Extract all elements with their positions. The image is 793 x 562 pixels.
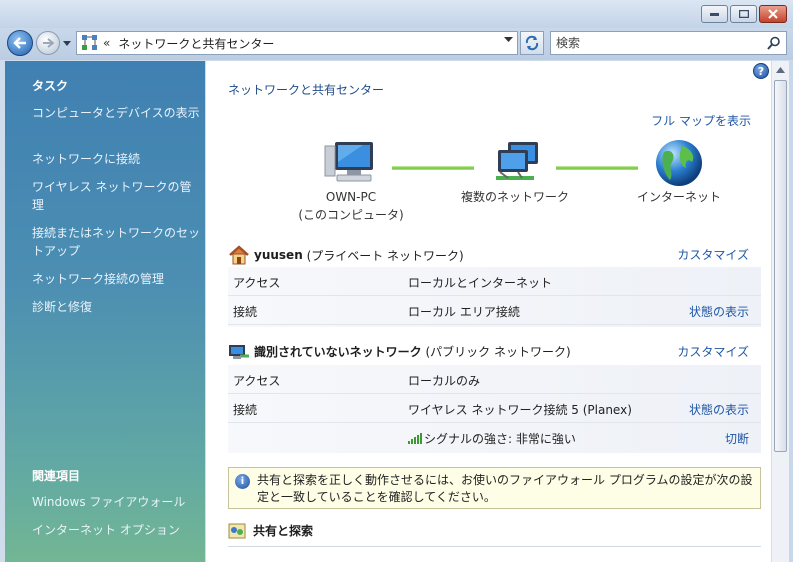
minimize-button[interactable] xyxy=(701,5,728,23)
address-dropdown-icon[interactable] xyxy=(504,35,513,44)
info-icon: i xyxy=(235,474,250,489)
search-input[interactable] xyxy=(556,36,756,50)
detail-row: 接続 ローカル エリア接続 状態の表示 xyxy=(228,296,761,325)
view-status-link[interactable]: 状態の表示 xyxy=(689,303,749,320)
related-windows-firewall[interactable]: Windows ファイアウォール xyxy=(32,493,200,511)
disconnect-link[interactable]: 切断 xyxy=(725,430,749,447)
task-manage-connections[interactable]: ネットワーク接続の管理 xyxy=(32,270,200,288)
sharing-title: 共有と探索 xyxy=(253,524,314,538)
window-frame-right xyxy=(789,61,793,562)
task-connect-network[interactable]: ネットワークに接続 xyxy=(32,150,200,168)
connection-line-pc-network xyxy=(392,166,474,170)
info-text: 共有と探索を正しく動作させるには、お使いのファイアウォール プログラムの設定が次… xyxy=(257,473,753,504)
sharing-header: 共有と探索 xyxy=(228,522,313,539)
refresh-icon xyxy=(525,35,539,51)
maximize-button[interactable] xyxy=(730,5,757,23)
window-controls xyxy=(701,5,787,23)
network-details-unidentified: アクセス ローカルのみ 接続 ワイヤレス ネットワーク接続 5 (Planex)… xyxy=(228,365,761,453)
vertical-scrollbar[interactable] xyxy=(771,61,789,562)
scroll-thumb[interactable] xyxy=(774,80,787,452)
internet-label: インターネット xyxy=(636,190,721,204)
task-view-computers-devices[interactable]: コンピュータとデバイスの表示 xyxy=(32,104,200,122)
detail-key: 接続 xyxy=(233,403,258,417)
network-type: (パブリック ネットワーク) xyxy=(425,344,571,359)
network-header-unidentified: 識別されていないネットワーク (パブリック ネットワーク) xyxy=(228,342,571,360)
search-box[interactable] xyxy=(550,31,787,55)
scroll-up-icon xyxy=(776,66,785,73)
network-header-yuusen: yuusen (プライベート ネットワーク) xyxy=(228,245,464,265)
forward-button[interactable] xyxy=(36,31,60,55)
minimize-icon xyxy=(710,12,719,16)
signal-strength: シグナルの強さ: 非常に強い xyxy=(408,430,576,447)
signal-strength-icon xyxy=(408,433,422,444)
multi-network-label: 複数のネットワーク xyxy=(460,190,569,204)
refresh-button[interactable] xyxy=(520,31,544,55)
connection-line-network-internet xyxy=(556,166,638,170)
related-heading: 関連項目 xyxy=(32,469,81,483)
breadcrumb-current[interactable]: ネットワークと共有センター xyxy=(118,35,274,52)
detail-row: アクセス ローカルのみ xyxy=(228,365,761,394)
detail-key: アクセス xyxy=(233,374,281,388)
navigation-bar: « ネットワークと共有センター xyxy=(0,28,793,60)
network-center-icon xyxy=(82,35,97,50)
help-button[interactable]: ? xyxy=(753,63,769,79)
scroll-up-button[interactable] xyxy=(772,61,789,78)
detail-key: アクセス xyxy=(233,276,281,290)
pc-name-label: OWN-PC xyxy=(325,190,377,204)
detail-value: ローカル エリア接続 xyxy=(408,305,520,319)
network-details-yuusen: アクセス ローカルとインターネット 接続 ローカル エリア接続 状態の表示 xyxy=(228,267,761,327)
page-title: ネットワークと共有センター xyxy=(228,83,385,97)
search-icon[interactable] xyxy=(767,36,781,50)
detail-row: シグナルの強さ: 非常に強い 切断 xyxy=(228,423,761,452)
detail-value: ローカルとインターネット xyxy=(408,276,553,290)
firewall-info-box: i 共有と探索を正しく動作させるには、お使いのファイアウォール プログラムの設定… xyxy=(228,467,761,509)
customize-link[interactable]: カスタマイズ xyxy=(677,246,749,263)
full-map-link[interactable]: フル マップを表示 xyxy=(651,112,751,129)
multiple-networks-icon xyxy=(496,142,538,180)
back-button[interactable] xyxy=(7,30,33,56)
task-setup-connection[interactable]: 接続またはネットワークのセットアップ xyxy=(32,224,200,260)
home-network-icon xyxy=(229,245,249,265)
back-arrow-icon xyxy=(13,37,26,49)
address-bar[interactable]: « ネットワークと共有センター xyxy=(76,31,518,55)
computer-icon xyxy=(324,142,373,182)
close-icon xyxy=(768,9,778,19)
task-pane: タスク コンピュータとデバイスの表示 ネットワークに接続 ワイヤレス ネットワー… xyxy=(5,61,205,562)
public-network-icon xyxy=(229,345,249,359)
detail-row: 接続 ワイヤレス ネットワーク接続 5 (Planex) 状態の表示 xyxy=(228,394,761,423)
section-divider xyxy=(228,546,761,547)
title-bar xyxy=(0,0,793,28)
detail-key: 接続 xyxy=(233,305,258,319)
close-button[interactable] xyxy=(759,5,787,23)
forward-arrow-icon xyxy=(43,38,54,48)
internet-globe-icon xyxy=(656,140,702,186)
task-manage-wireless[interactable]: ワイヤレス ネットワークの管理 xyxy=(32,178,200,214)
detail-value: ローカルのみ xyxy=(408,374,481,388)
task-diagnose-repair[interactable]: 診断と修復 xyxy=(32,298,200,316)
network-name: 識別されていないネットワーク xyxy=(254,344,422,359)
recent-pages-dropdown-icon[interactable] xyxy=(62,38,72,48)
signal-strength-text: シグナルの強さ: 非常に強い xyxy=(424,432,576,446)
network-name: yuusen xyxy=(254,248,303,262)
view-status-link[interactable]: 状態の表示 xyxy=(689,401,749,418)
related-internet-options[interactable]: インターネット オプション xyxy=(32,521,200,539)
tasks-heading: タスク xyxy=(32,79,69,93)
pc-sub-label: (このコンピュータ) xyxy=(298,208,404,222)
breadcrumb-overflow[interactable]: « xyxy=(103,36,110,50)
customize-link[interactable]: カスタマイズ xyxy=(677,343,749,360)
detail-value: ワイヤレス ネットワーク接続 5 (Planex) xyxy=(408,403,632,417)
detail-row: アクセス ローカルとインターネット xyxy=(228,267,761,296)
maximize-icon xyxy=(738,10,749,18)
sharing-icon xyxy=(228,523,246,538)
network-type: (プライベート ネットワーク) xyxy=(306,248,464,263)
